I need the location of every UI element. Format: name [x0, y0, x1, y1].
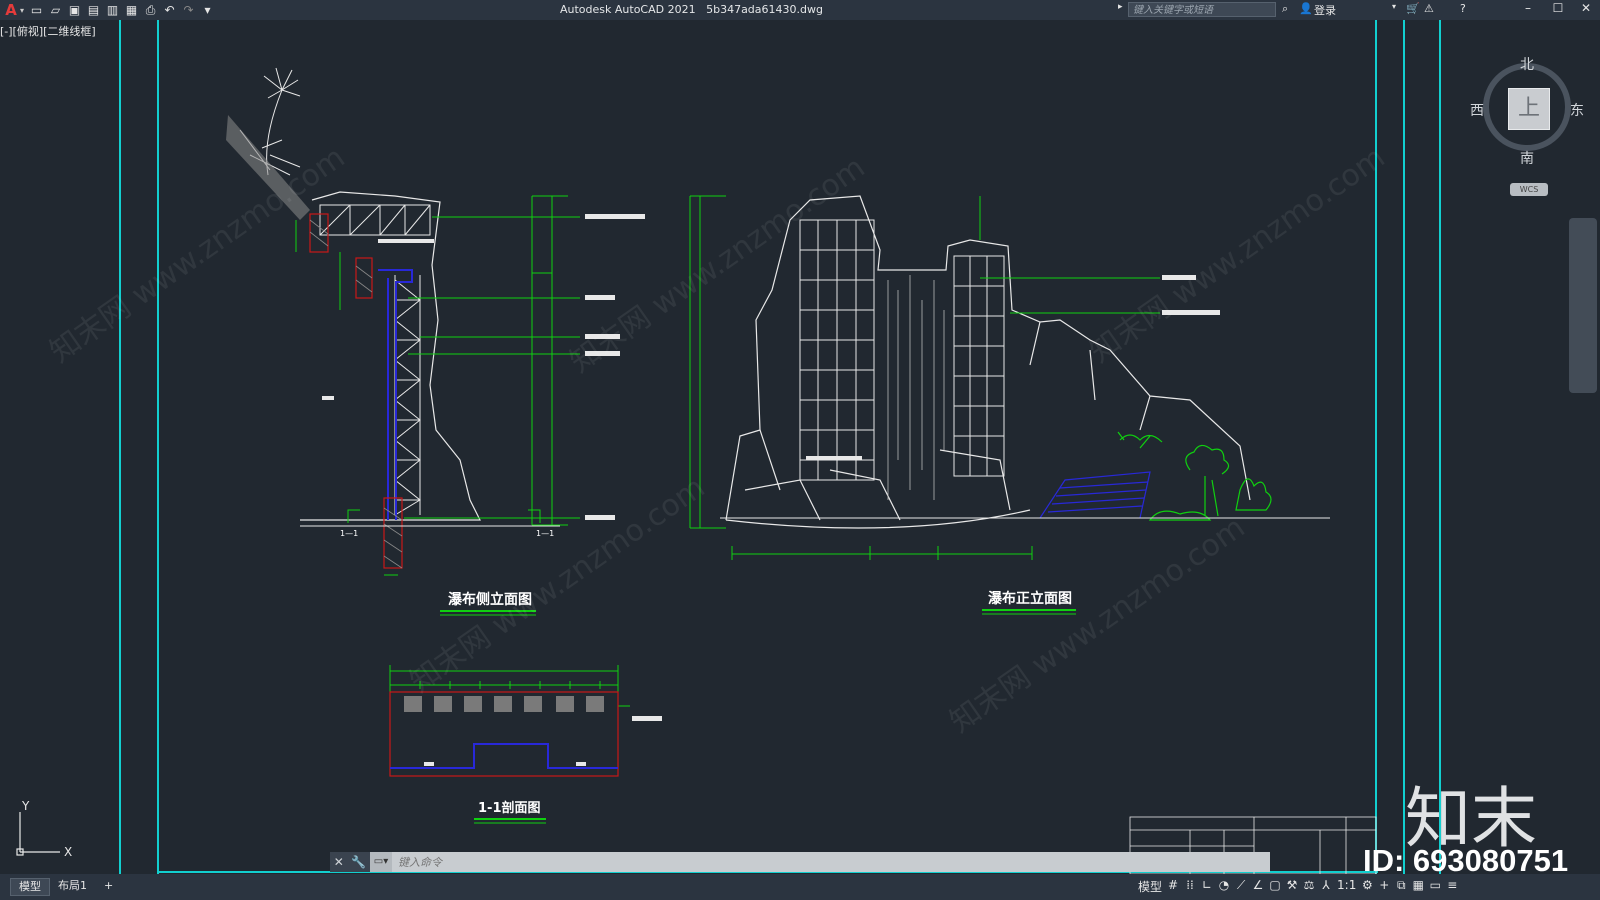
tab-layout1[interactable]: 布局1: [50, 878, 95, 894]
section-hatches: [404, 696, 604, 712]
steel-frame: [319, 204, 431, 516]
save-icon[interactable]: ▣: [68, 3, 81, 17]
section-mark-left: 1—1: [340, 529, 358, 538]
navigation-bar[interactable]: [1569, 218, 1597, 393]
front-steel-grid-left: [799, 219, 875, 481]
search-icon[interactable]: ⌕: [1282, 2, 1288, 16]
side-dimensions: [295, 195, 580, 576]
a360-icon[interactable]: ⚠: [1424, 2, 1434, 15]
waterfall-lines: [887, 275, 945, 500]
wcs-menu[interactable]: WCS: [1510, 183, 1548, 196]
viewcube-west[interactable]: 西: [1470, 100, 1484, 120]
isolate-icon[interactable]: ⧉: [1395, 878, 1407, 895]
expand-arrow-icon[interactable]: ▸: [1118, 2, 1123, 12]
shrubs-icon: [1117, 431, 1272, 521]
plus-icon[interactable]: +: [1378, 878, 1390, 895]
search-input[interactable]: 键入关键字或短语: [1128, 2, 1276, 17]
app-menu-arrow-icon[interactable]: ▾: [20, 6, 24, 15]
osnap-track-icon[interactable]: ∠: [1252, 878, 1264, 895]
viewcube-face-top[interactable]: 上: [1508, 88, 1550, 130]
status-toggles: 模型 # ⁞⁞ ∟ ◔ ⟋ ∠ ▢ ⚒ ⚖ ⅄ 1:1 ⚙ + ⧉ ▦ ▭ ≡: [1138, 878, 1458, 895]
new-icon[interactable]: ▭: [30, 3, 43, 17]
publish-icon[interactable]: ▦: [125, 3, 138, 17]
viewcube-south[interactable]: 南: [1520, 148, 1534, 168]
undo-icon[interactable]: ↶: [163, 3, 176, 17]
front-steel-grid-right: [953, 255, 1005, 477]
command-line-controls: ✕ 🔧: [330, 852, 370, 872]
user-icon[interactable]: 👤: [1299, 2, 1313, 15]
window-title: Autodesk AutoCAD 2021 5b347ada61430.dwg: [560, 3, 823, 16]
command-line: ✕ 🔧 ▭▾: [330, 852, 1270, 872]
viewcube-north[interactable]: 北: [1520, 54, 1534, 74]
stairs: [1039, 471, 1151, 519]
viewcube-east[interactable]: 东: [1570, 100, 1584, 120]
osnap-icon[interactable]: ▢: [1269, 878, 1281, 895]
help-icon[interactable]: ?: [1460, 2, 1466, 15]
annotation-scale-icon[interactable]: ⅄: [1320, 878, 1332, 895]
scale-value[interactable]: 1:1: [1337, 878, 1356, 895]
redo-icon[interactable]: ↷: [182, 3, 195, 17]
print-icon[interactable]: ⎙: [144, 3, 157, 17]
title-bar: A ▾ ▭ ▱ ▣ ▤ ▥ ▦ ⎙ ↶ ↷ ▾ Autodesk AutoCAD…: [0, 0, 1600, 20]
annotation-visibility-icon[interactable]: ⚒: [1286, 878, 1298, 895]
clean-screen-icon[interactable]: ▭: [1429, 878, 1441, 895]
water-channel: [378, 269, 413, 520]
snap-icon[interactable]: ⁞⁞: [1184, 878, 1196, 895]
polar-icon[interactable]: ◔: [1218, 878, 1230, 895]
minimize-button[interactable]: –: [1518, 1, 1538, 15]
saveas-icon[interactable]: ▤: [87, 3, 100, 17]
command-input[interactable]: [392, 852, 1270, 872]
login-link[interactable]: 登录: [1314, 2, 1336, 18]
hardware-accel-icon[interactable]: ▦: [1412, 878, 1424, 895]
section-mark-right: 1—1: [536, 529, 554, 538]
autoscale-icon[interactable]: ⚖: [1303, 878, 1315, 895]
add-layout-button[interactable]: +: [96, 878, 121, 894]
svg-text:Y: Y: [21, 799, 30, 813]
cart-icon[interactable]: 🛒: [1406, 2, 1420, 15]
viewcube[interactable]: 上 北 南 西 东: [1470, 57, 1584, 167]
front-elevation-title: 瀑布正立面图: [988, 590, 1072, 607]
login-dropdown-icon[interactable]: ▾: [1392, 2, 1396, 11]
status-bar: 模型 布局1 + 模型 # ⁞⁞ ∟ ◔ ⟋ ∠ ▢ ⚒ ⚖ ⅄ 1:1 ⚙ +…: [0, 874, 1600, 900]
plot-preview-icon[interactable]: ▥: [106, 3, 119, 17]
section-title: 1-1剖面图: [478, 800, 541, 816]
customization-icon[interactable]: ≡: [1446, 878, 1458, 895]
maximize-button[interactable]: ☐: [1548, 1, 1568, 15]
close-button[interactable]: ✕: [1576, 1, 1596, 15]
autocad-logo-icon[interactable]: A: [2, 1, 20, 19]
model-space-button[interactable]: 模型: [1138, 878, 1162, 895]
command-history-icon[interactable]: ▭▾: [370, 852, 392, 872]
isodraft-icon[interactable]: ⟋: [1235, 878, 1247, 895]
front-rock-outline: [725, 195, 1251, 529]
tab-model[interactable]: 模型: [10, 878, 50, 896]
customize-icon[interactable]: ▾: [201, 3, 214, 17]
quick-access-toolbar: ▭ ▱ ▣ ▤ ▥ ▦ ⎙ ↶ ↷ ▾: [30, 3, 214, 17]
grid-icon[interactable]: #: [1167, 878, 1179, 895]
open-icon[interactable]: ▱: [49, 3, 62, 17]
close-icon[interactable]: ✕: [334, 855, 344, 869]
ortho-icon[interactable]: ∟: [1201, 878, 1213, 895]
gear-icon[interactable]: ⚙: [1361, 878, 1373, 895]
svg-text:X: X: [64, 845, 72, 859]
wrench-icon[interactable]: 🔧: [351, 855, 366, 869]
ucs-icon: Y X: [16, 799, 72, 859]
